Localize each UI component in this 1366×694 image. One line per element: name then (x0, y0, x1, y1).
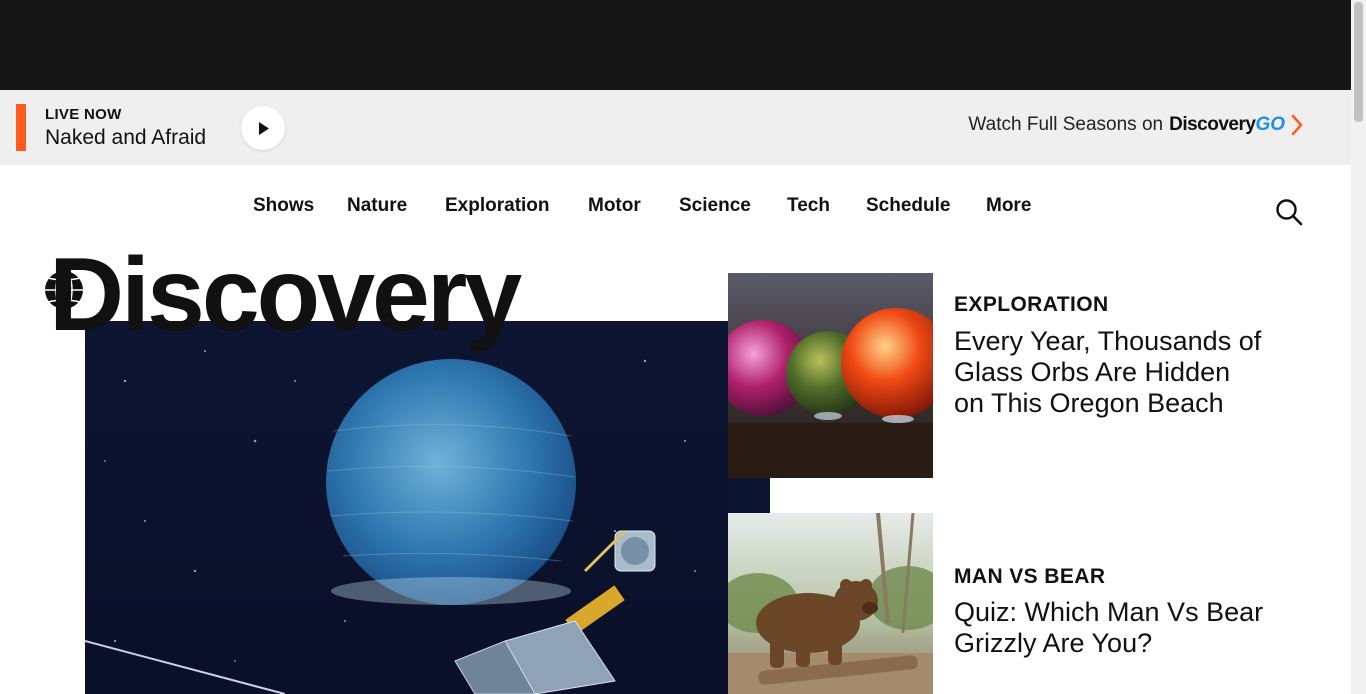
live-show-title[interactable]: Naked and Afraid (45, 126, 206, 150)
search-icon[interactable] (1275, 198, 1303, 226)
ad-banner (0, 0, 1351, 90)
discovery-logo[interactable]: Discovery (44, 248, 544, 358)
nav-item-tech[interactable]: Tech (787, 195, 830, 217)
nav-item-motor[interactable]: Motor (588, 195, 641, 217)
card-category[interactable]: EXPLORATION (954, 293, 1109, 317)
scrollbar-thumb[interactable] (1354, 2, 1363, 122)
chevron-right-icon (1291, 114, 1303, 136)
card-category[interactable]: MAN VS BEAR (954, 565, 1105, 589)
nav-item-more[interactable]: More (986, 195, 1031, 217)
card-title[interactable]: Every Year, Thousands of Glass Orbs Are … (954, 326, 1264, 419)
promo-text: Watch Full Seasons on (968, 114, 1164, 135)
nav-item-shows[interactable]: Shows (253, 195, 314, 217)
card-title[interactable]: Quiz: Which Man Vs Bear Grizzly Are You? (954, 597, 1264, 659)
hero-image[interactable] (85, 321, 728, 694)
live-accent-bar (16, 104, 26, 151)
live-now-label: LIVE NOW (45, 106, 122, 123)
nav-item-exploration[interactable]: Exploration (445, 195, 550, 217)
discovery-go-logo: Discovery GO (1169, 114, 1285, 135)
play-icon (259, 122, 269, 135)
main-nav: Shows Nature Exploration Motor Science T… (0, 195, 1351, 231)
discovery-go-promo-link[interactable]: Watch Full Seasons on Discovery GO (968, 114, 1303, 136)
play-button[interactable] (241, 106, 285, 150)
glass-orbs-thumbnail[interactable] (728, 273, 933, 478)
hero-image-edge (728, 478, 770, 513)
grizzly-bear-thumbnail[interactable] (728, 513, 933, 694)
nav-item-schedule[interactable]: Schedule (866, 195, 950, 217)
nav-item-science[interactable]: Science (679, 195, 751, 217)
svg-text:Discovery: Discovery (49, 248, 522, 353)
live-now-bar: LIVE NOW Naked and Afraid Watch Full Sea… (0, 90, 1351, 165)
nav-item-nature[interactable]: Nature (347, 195, 407, 217)
